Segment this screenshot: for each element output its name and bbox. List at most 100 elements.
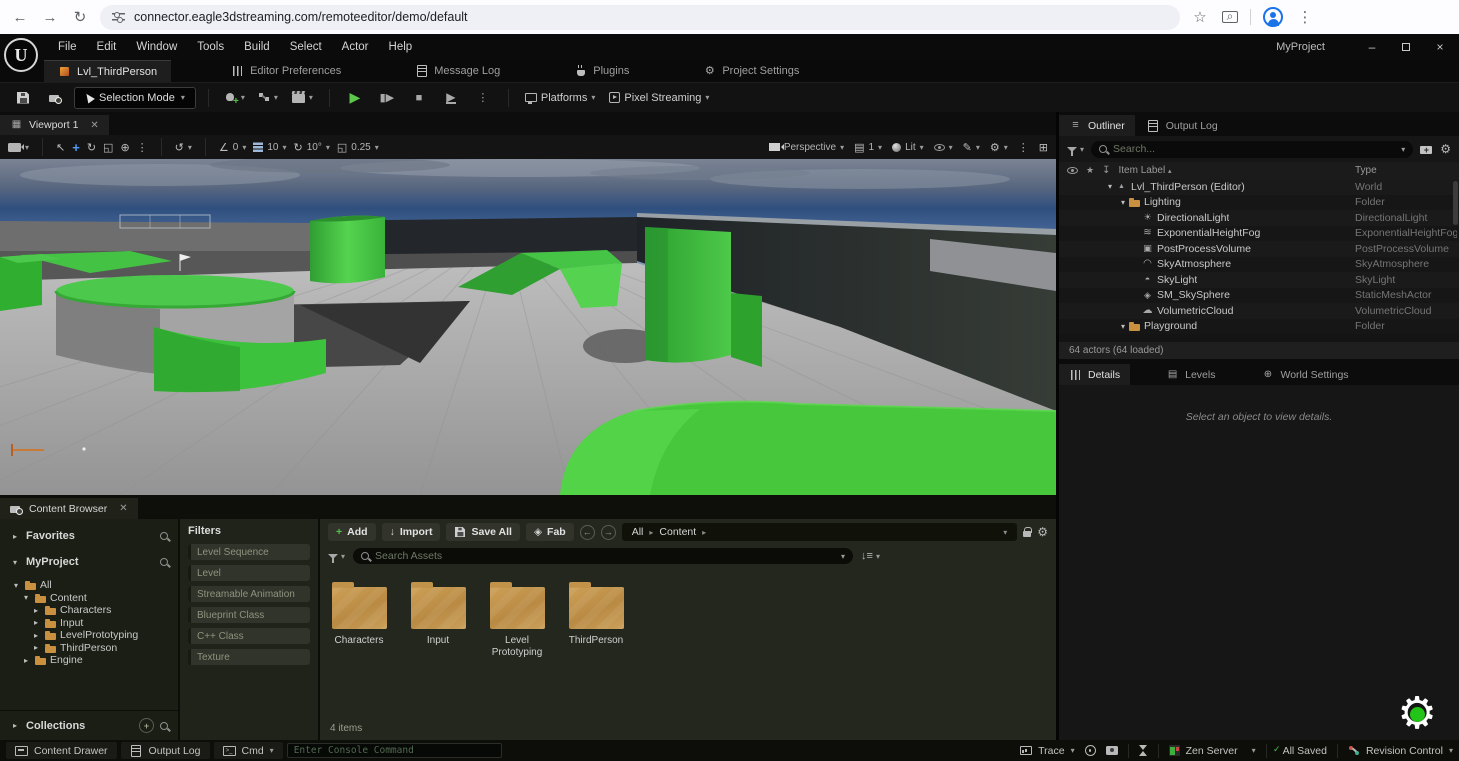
asset-filter-dropdown[interactable]: ▾	[328, 552, 345, 561]
select-tool[interactable]: ↖	[56, 141, 65, 154]
filter-pill[interactable]: C++ Class	[188, 628, 310, 644]
orbit-dropdown[interactable]: ↺▾	[175, 141, 192, 154]
menu-item[interactable]: Actor	[332, 41, 379, 53]
transform-options-icon[interactable]: ⋮	[137, 141, 148, 154]
menu-item[interactable]: Build	[234, 41, 280, 53]
move-tool[interactable]: +	[72, 140, 80, 155]
sort-dropdown[interactable]: ↓≡▾	[861, 550, 880, 562]
back-icon[interactable]: ←	[10, 9, 30, 26]
breadcrumb-item[interactable]: All ▸	[632, 526, 654, 538]
add-actor-dropdown[interactable]: ▾	[221, 86, 249, 110]
menu-item[interactable]: Edit	[87, 41, 127, 53]
filter-pill[interactable]: Streamable Animation	[188, 586, 310, 602]
outliner-row[interactable]: SM_SkySphere StaticMeshActor	[1059, 288, 1459, 304]
outliner-row[interactable]: DirectionalLight DirectionalLight	[1059, 210, 1459, 226]
outliner-settings-icon[interactable]: ⚙	[1440, 142, 1451, 156]
camera-speed-dropdown[interactable]: ▾	[8, 143, 29, 152]
launch-button[interactable]: ▶	[438, 86, 464, 110]
menu-item[interactable]: Help	[379, 41, 423, 53]
outliner-row[interactable]: Lvl_ThirdPerson (Editor) World	[1059, 179, 1459, 195]
folder-tree-item[interactable]: All	[8, 579, 178, 592]
asset-tab[interactable]: Lvl_ThirdPerson	[44, 60, 171, 82]
expander-icon[interactable]	[1105, 182, 1115, 191]
profile-avatar[interactable]	[1263, 7, 1283, 27]
scrollbar-thumb[interactable]	[1453, 181, 1458, 225]
expander-icon[interactable]	[31, 606, 41, 615]
screen-ratio-dropdown[interactable]: ▤1▾	[854, 141, 882, 154]
nav-forward-icon[interactable]: →	[601, 525, 616, 540]
new-folder-icon[interactable]	[1420, 144, 1433, 155]
viewport-scene[interactable]	[0, 159, 1056, 495]
reload-icon[interactable]: ↻	[70, 8, 90, 26]
favorites-section[interactable]: Favorites	[0, 523, 178, 549]
scale-tool[interactable]: ◱	[103, 141, 113, 154]
bookmark-icon[interactable]: ☆	[1190, 8, 1210, 26]
folder-tree-item[interactable]: Characters	[8, 604, 178, 617]
close-icon[interactable]: ×	[1433, 40, 1447, 54]
revision-control-dropdown[interactable]: Revision Control▾	[1348, 745, 1453, 757]
expander-icon[interactable]	[1118, 322, 1128, 331]
asset-tab[interactable]: Message Log	[401, 60, 514, 82]
add-button[interactable]: +Add	[328, 523, 376, 541]
expander-icon[interactable]	[1118, 198, 1128, 207]
search-icon[interactable]	[160, 722, 168, 730]
rotate-tool[interactable]: ↻	[87, 141, 96, 154]
nav-back-icon[interactable]: ←	[580, 525, 595, 540]
scale-snap-dropdown[interactable]: ◱0.25▾	[337, 141, 379, 154]
stop-button[interactable]: ■	[406, 86, 432, 110]
blueprints-dropdown[interactable]: ▾	[255, 86, 282, 110]
quad-view-icon[interactable]: ⊞	[1039, 141, 1048, 154]
viewport-options-icon[interactable]: ⋮	[1018, 141, 1029, 154]
menu-item[interactable]: Tools	[187, 41, 234, 53]
surface-snap-dropdown[interactable]: ∠0▾	[219, 141, 246, 154]
content-browser-tab[interactable]: Content Browser ✕	[0, 498, 138, 519]
filter-pill[interactable]: Blueprint Class	[188, 607, 310, 623]
play-button[interactable]: ▶	[342, 86, 368, 110]
close-icon[interactable]: ✕	[119, 503, 127, 514]
asset-folder[interactable]: ThirdPerson	[565, 579, 627, 658]
browser-menu-icon[interactable]: ⋮	[1295, 8, 1315, 26]
platforms-dropdown[interactable]: Platforms▾	[521, 86, 599, 110]
coordinate-space-toggle[interactable]: ⊕	[120, 141, 129, 154]
outliner-row[interactable]: PostProcessVolume PostProcessVolume	[1059, 241, 1459, 257]
expander-icon[interactable]	[21, 656, 31, 665]
settings-gear-icon[interactable]: ⚙	[1037, 525, 1048, 539]
stream-settings-button[interactable]: ⚙	[1396, 693, 1438, 735]
outliner-row[interactable]: SkyAtmosphere SkyAtmosphere	[1059, 257, 1459, 273]
chevron-down-icon[interactable]: ▾	[1401, 145, 1405, 154]
address-bar[interactable]: connector.eagle3dstreaming.com/remoteedi…	[100, 5, 1180, 30]
content-drawer-button[interactable]: Content Drawer	[6, 742, 117, 759]
site-settings-icon[interactable]	[112, 13, 125, 22]
item-label-column[interactable]: Item Label ▴	[1118, 165, 1171, 176]
fab-button[interactable]: ◈Fab	[526, 523, 574, 541]
menu-item[interactable]: Select	[280, 41, 332, 53]
add-collection-icon[interactable]: +	[139, 718, 154, 733]
viewport-settings-dropdown[interactable]: ⚙▾	[990, 141, 1008, 154]
console-command-input[interactable]	[287, 743, 502, 758]
frame-skip-button[interactable]: ▮▶	[374, 86, 400, 110]
panel-tab[interactable]: World Settings	[1251, 364, 1358, 385]
chevron-down-icon[interactable]: ▾	[841, 552, 845, 561]
project-section[interactable]: MyProject	[0, 549, 178, 575]
asset-folder[interactable]: Input	[407, 579, 469, 658]
expander-icon[interactable]	[11, 581, 21, 590]
save-button[interactable]	[10, 86, 36, 110]
import-button[interactable]: ↓Import	[382, 523, 441, 541]
filter-pill[interactable]: Level	[188, 565, 310, 581]
chevron-down-icon[interactable]: ▾	[1003, 528, 1007, 537]
play-options-button[interactable]: ⋮	[470, 86, 496, 110]
folder-tree-item[interactable]: Content	[8, 592, 178, 605]
expander-icon[interactable]	[31, 631, 41, 640]
folder-tree-item[interactable]: LevelPrototyping	[8, 629, 178, 642]
viewport-tab[interactable]: Viewport 1 ✕	[0, 115, 109, 135]
grid-snap-dropdown[interactable]: 10▾	[253, 142, 286, 153]
asset-folder[interactable]: Level Prototyping	[486, 579, 548, 658]
cmd-dropdown[interactable]: >_Cmd▾	[214, 742, 283, 759]
asset-search-input[interactable]	[375, 550, 835, 562]
view-mode-dropdown[interactable]: Lit▾	[892, 142, 924, 153]
panel-tab[interactable]: Levels	[1156, 364, 1225, 385]
side-panel-icon[interactable]: ⌕	[1222, 11, 1238, 23]
asset-tab[interactable]: Editor Preferences	[217, 60, 355, 82]
outliner-search-field[interactable]: ▾	[1091, 141, 1413, 158]
breadcrumb[interactable]: All ▸ Content ▸ ▾	[622, 523, 1018, 541]
